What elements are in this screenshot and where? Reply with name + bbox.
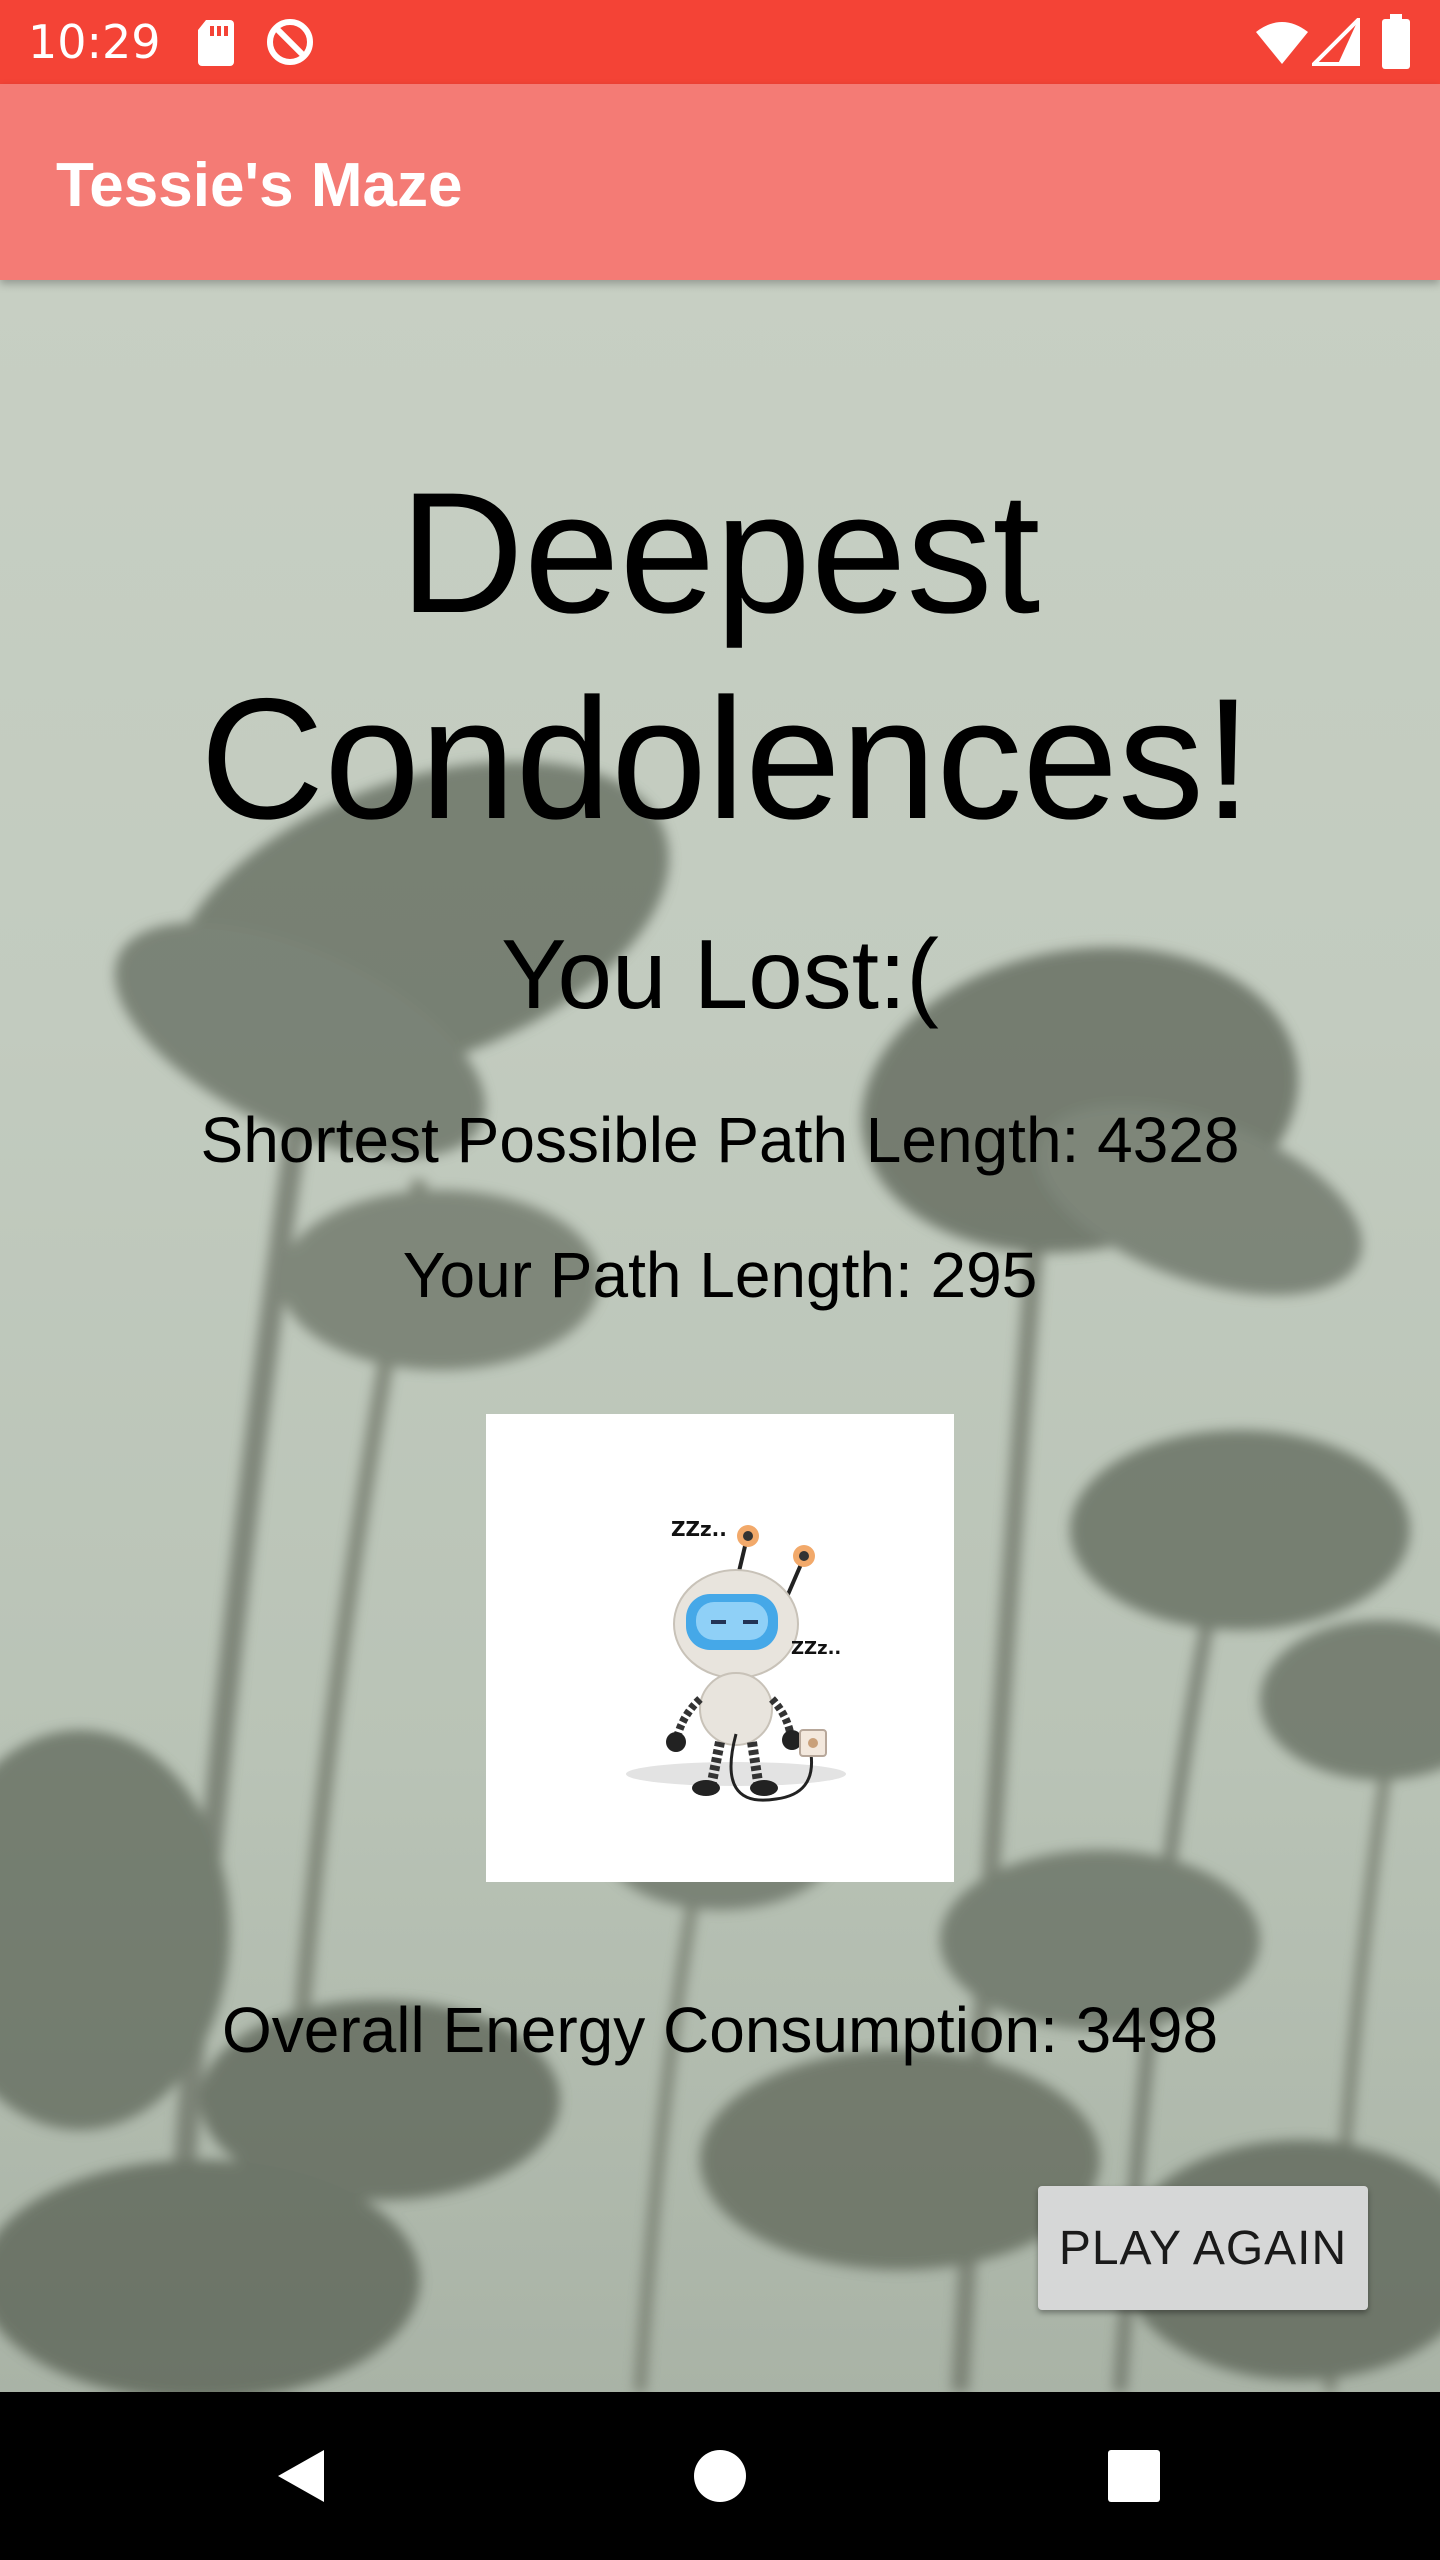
your-path-text: Your Path Length: 295 xyxy=(402,1239,1038,1311)
subheadline: You Lost:( xyxy=(501,919,939,1029)
recents-icon[interactable] xyxy=(1102,2444,1166,2508)
energy-text: Overall Energy Consumption: 3498 xyxy=(221,1994,1219,2066)
app-bar: Tessie's Maze xyxy=(0,84,1440,280)
result-screen: Deepest Condolences! You Lost:( Shortest… xyxy=(0,280,1440,2392)
robot-image: ZZz.. ZZz.. xyxy=(486,1414,954,1882)
signal-icon xyxy=(1312,18,1360,66)
app-title: Tessie's Maze xyxy=(56,151,463,220)
status-time: 10:29 xyxy=(28,15,161,69)
sd-card-icon xyxy=(198,20,234,66)
sync-icon xyxy=(267,19,313,65)
battery-icon xyxy=(1382,14,1410,69)
sleeping-robot-icon: ZZz.. ZZz.. xyxy=(626,1517,846,1802)
shortest-path-text: Shortest Possible Path Length: 4328 xyxy=(200,1104,1240,1176)
snore-text-1: ZZz.. xyxy=(671,1517,727,1541)
play-again-button[interactable]: PLAY AGAIN xyxy=(1038,2186,1368,2310)
navigation-bar xyxy=(0,2392,1440,2560)
wifi-icon xyxy=(1256,22,1308,64)
status-bar: 10:29 xyxy=(0,0,1440,84)
headline: Deepest Condolences! xyxy=(200,457,1252,855)
snore-text-2: ZZz.. xyxy=(791,1638,841,1659)
home-icon[interactable] xyxy=(688,2444,752,2508)
back-icon[interactable] xyxy=(270,2444,334,2508)
